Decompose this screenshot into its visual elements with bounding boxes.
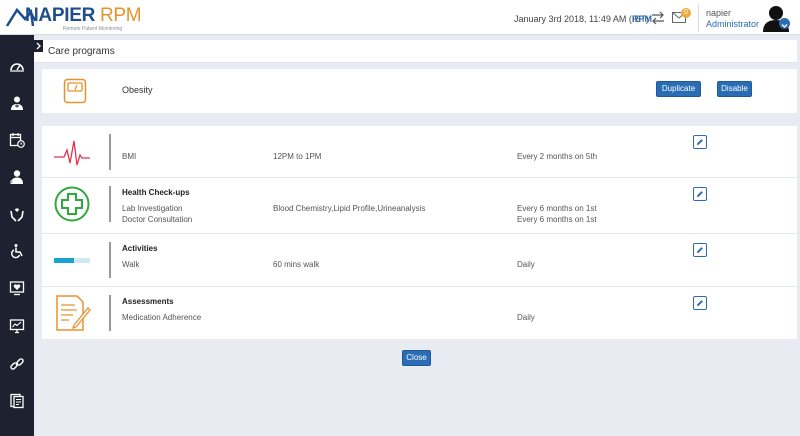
pencil-icon: [697, 247, 703, 253]
item-frequency: Daily: [517, 260, 535, 269]
top-bar: NAPIER RPM Remote Patient Monitoring Jan…: [0, 0, 800, 35]
item-name: Doctor Consultation: [122, 215, 193, 224]
weighing-scale-icon: [63, 78, 87, 104]
care-item-health-checkups: Health Check-ups Lab Investigation Blood…: [42, 178, 797, 234]
sidebar-toggle-button[interactable]: [34, 40, 43, 52]
header-divider: [698, 4, 699, 32]
health-cross-icon: [54, 186, 90, 222]
doctor-icon[interactable]: [6, 92, 28, 114]
swap-arrows-icon[interactable]: [650, 11, 666, 25]
user-name: napier: [706, 8, 732, 18]
calendar-clock-icon[interactable]: [6, 129, 28, 151]
close-button[interactable]: Close: [402, 350, 431, 366]
item-title: Assessments: [122, 297, 174, 306]
progress-bar-icon: [54, 258, 90, 263]
item-separator: [109, 295, 111, 331]
edit-button[interactable]: [693, 187, 707, 201]
sidebar: [0, 35, 34, 436]
pencil-icon: [697, 191, 703, 197]
chevron-right-icon: [36, 42, 41, 50]
item-separator: [109, 134, 111, 170]
care-item-bmi: BMI 12PM to 1PM Every 2 months on 5th: [42, 126, 797, 178]
care-item-assessments: Assessments Medication Adherence Daily: [42, 287, 797, 339]
assessment-icon: [56, 295, 91, 331]
wheelchair-icon[interactable]: [6, 240, 28, 262]
program-name: Obesity: [122, 85, 153, 95]
item-separator: [109, 242, 111, 278]
user-menu-chevron-icon[interactable]: [779, 18, 790, 29]
heartbeat-icon: [54, 140, 90, 166]
pencil-icon: [697, 300, 703, 306]
item-separator: [109, 186, 111, 222]
item-title: Activities: [122, 244, 158, 253]
edit-button[interactable]: [693, 243, 707, 257]
rpm-link[interactable]: RPM: [632, 14, 652, 24]
pencil-icon: [697, 139, 703, 145]
item-detail: Blood Chemistry,Lipid Profile,Urineanaly…: [273, 204, 426, 213]
item-name: Walk: [122, 260, 140, 269]
item-detail: 12PM to 1PM: [273, 152, 322, 161]
item-frequency: Every 6 months on 1st: [517, 204, 597, 213]
current-datetime: January 3rd 2018, 11:49 AM (IST): [514, 14, 649, 24]
disable-button[interactable]: Disable: [717, 81, 752, 97]
desktop-chart-icon[interactable]: [6, 315, 28, 337]
heart-monitor-icon[interactable]: [6, 277, 28, 299]
page-title-bar: Care programs: [34, 40, 797, 63]
patient-icon[interactable]: [6, 166, 28, 188]
link-icon[interactable]: [6, 353, 28, 375]
edit-button[interactable]: [693, 296, 707, 310]
edit-button[interactable]: [693, 135, 707, 149]
item-name: BMI: [122, 152, 137, 161]
item-name: Lab Investigation: [122, 204, 183, 213]
care-items-list: BMI 12PM to 1PM Every 2 months on 5th He…: [42, 126, 797, 339]
item-frequency: Every 2 months on 5th: [517, 152, 598, 161]
logo-tagline: Remote Patient Monitoring: [63, 26, 123, 32]
logo-text: NAPIER RPM: [25, 5, 142, 26]
dashboard-icon[interactable]: [6, 55, 28, 77]
item-frequency: Every 6 months on 1st: [517, 215, 597, 224]
item-title: Health Check-ups: [122, 188, 190, 197]
napier-rpm-logo[interactable]: NAPIER RPM Remote Patient Monitoring: [3, 3, 153, 33]
item-detail: 60 mins walk: [273, 260, 320, 269]
mail-count-badge: 0: [681, 8, 691, 18]
program-header-card: Obesity Duplicate Disable: [42, 69, 797, 113]
item-name: Medication Adherence: [122, 313, 202, 322]
duplicate-button[interactable]: Duplicate: [656, 81, 701, 97]
care-item-activities: Activities Walk 60 mins walk Daily: [42, 234, 797, 287]
reports-icon[interactable]: [6, 390, 28, 412]
page-title: Care programs: [48, 46, 115, 57]
user-role[interactable]: Administrator: [706, 19, 759, 29]
care-hands-icon[interactable]: [6, 203, 28, 225]
item-frequency: Daily: [517, 313, 535, 322]
